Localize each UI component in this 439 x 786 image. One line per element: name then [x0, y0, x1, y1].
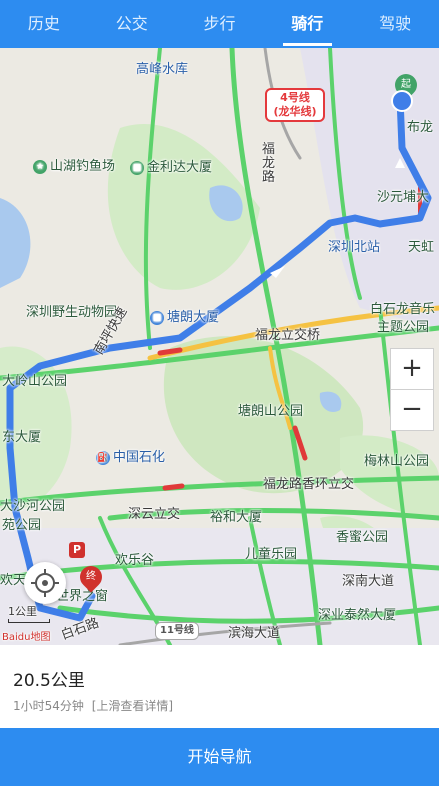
label-huantian: 欢天	[0, 573, 27, 588]
route-distance: 20.5公里	[13, 671, 85, 691]
label-yuhe-building: 裕和大厦	[210, 510, 263, 525]
route-info-panel[interactable]: 20.5公里 1小时54分钟 [上滑查看详情]	[0, 645, 439, 728]
label-text: 塘朗大厦	[167, 310, 220, 325]
label-sinopec: ⛽ 中国石化	[96, 446, 165, 465]
locate-button[interactable]	[24, 562, 66, 604]
label-tanglang-building: ■ 塘朗大厦	[150, 306, 219, 325]
baidu-logo: Baidu地图	[2, 632, 51, 643]
label-xiangmi-park: 香蜜公园	[336, 530, 389, 545]
building-icon: ■	[150, 310, 164, 325]
label-dashahe-park: 大沙河公园	[0, 499, 66, 514]
label-fulong-road: 福龙路	[262, 142, 276, 185]
label-children-park: 儿童乐园	[245, 547, 298, 562]
label-happy-valley: 欢乐谷	[115, 553, 155, 568]
route-duration-row: 1小时54分钟 [上滑查看详情]	[13, 697, 173, 714]
tab-walk[interactable]: 步行	[176, 0, 264, 48]
label-gaofeng-reservoir: 高峰水库	[136, 62, 189, 77]
metro-line-11-badge: 11号线	[155, 622, 199, 640]
label-text: 中国石化	[113, 450, 166, 465]
tab-drive[interactable]: 驾驶	[351, 0, 439, 48]
label-yuan-park: 苑公园	[2, 518, 42, 533]
label-wildlife-park: 深圳野生动物园	[26, 305, 118, 320]
map-scale-bar	[8, 619, 50, 623]
road-red	[162, 483, 185, 491]
label-daling-park: 大岭山公园	[2, 374, 68, 389]
label-tairan-building: 深业泰然大厦	[318, 608, 397, 623]
building-icon: ■	[130, 160, 144, 175]
start-navigation-button[interactable]: 开始导航	[0, 728, 439, 786]
label-jinlida: ■ 金利达大厦	[130, 156, 212, 175]
parking-icon: P	[69, 542, 85, 558]
map-canvas	[0, 48, 439, 645]
label-shenyun-interchange: 深云立交	[128, 507, 181, 522]
zoom-out-button[interactable]: −	[390, 389, 434, 431]
current-location-dot	[391, 90, 413, 112]
zoom-in-button[interactable]: +	[390, 348, 434, 390]
label-text: 金利达大厦	[147, 160, 213, 175]
map-view[interactable]: 高峰水库 4号线 (龙华线) ★ 山湖钓鱼场 ■ 金利达大厦 福龙路 沙元埔大 布龙…	[0, 48, 439, 645]
label-theme-park: 主题公园	[377, 320, 430, 335]
road-red	[157, 347, 183, 356]
tab-history[interactable]: 历史	[0, 0, 88, 48]
label-fulong-interchange: 福龙立交桥	[255, 328, 321, 343]
route-duration: 1小时54分钟	[13, 699, 84, 713]
label-tianhong: 天虹	[408, 240, 435, 255]
label-meilin-park: 梅林山公园	[364, 454, 430, 469]
label-shennan-avenue: 深南大道	[342, 574, 395, 589]
tab-ride[interactable]: 骑行	[263, 0, 351, 48]
metro-line-4-badge: 4号线 (龙华线)	[265, 88, 325, 122]
label-shenzhen-north-station: 深圳北站	[328, 240, 381, 255]
label-dong-building: 东大厦	[2, 430, 42, 445]
label-bulong: 布龙	[407, 120, 434, 135]
map-scale-label: 1公里	[8, 605, 37, 618]
tab-transit[interactable]: 公交	[88, 0, 176, 48]
label-shanhu-fishing: ★ 山湖钓鱼场	[33, 155, 115, 174]
metro-line-4-name: 4号线	[280, 91, 310, 104]
label-tanglang-park: 塘朗山公园	[238, 404, 304, 419]
label-shayuanpu: 沙元埔大	[377, 190, 430, 205]
label-fulong-loop-interchange: 福龙路香环立交	[263, 477, 355, 492]
label-text: 山湖钓鱼场	[50, 159, 116, 174]
end-marker-label: 终	[86, 571, 96, 582]
label-binhai-avenue: 滨海大道	[228, 626, 281, 641]
metro-line-4-subname: (龙华线)	[273, 105, 317, 118]
crosshair-icon	[31, 569, 59, 597]
label-baishilong: 白石龙音乐	[370, 302, 436, 317]
mode-tab-bar: 历史 公交 步行 骑行 驾驶	[0, 0, 439, 48]
water-area	[0, 198, 31, 288]
fishing-icon: ★	[33, 159, 47, 174]
swipe-up-hint: [上滑查看详情]	[91, 699, 174, 713]
gas-station-icon: ⛽	[96, 450, 110, 465]
